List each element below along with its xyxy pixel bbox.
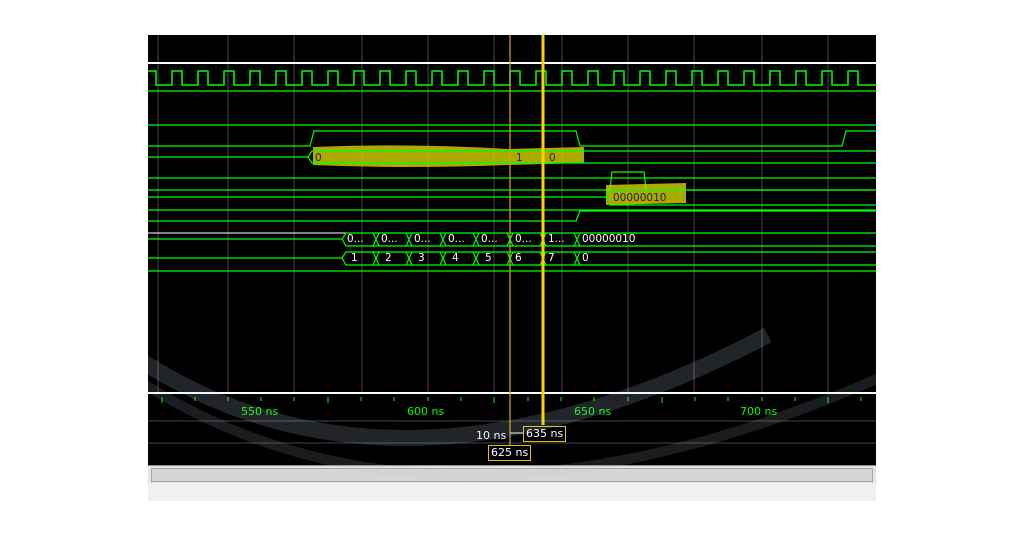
bus2-value: 3 [418, 252, 425, 264]
cursor-delta-label: 10 ns [476, 429, 507, 442]
waveform-canvas[interactable] [148, 35, 876, 465]
horizontal-scrollbar[interactable] [148, 465, 876, 483]
row1-value-b: 1 [516, 152, 523, 164]
bus1-value: 0... [381, 233, 398, 245]
bus1-value: 00000010 [582, 233, 636, 245]
row1-value-a: 0 [315, 152, 322, 164]
clock-waveform[interactable] [148, 70, 876, 86]
bus2-value: 0 [582, 252, 589, 264]
bus2-value: 7 [548, 252, 555, 264]
secondary-cursor-time[interactable]: 625 ns [488, 445, 532, 461]
bus2-value: 2 [385, 252, 392, 264]
timeline-tick-label: 650 ns [574, 405, 612, 418]
bus1-value: 0... [515, 233, 532, 245]
bus1-value: 0... [481, 233, 498, 245]
bus2-value: 1 [351, 252, 358, 264]
timeline-tick-label: 700 ns [740, 405, 778, 418]
timeline-ticks [161, 397, 862, 403]
timeline-tick-label: 600 ns [407, 405, 445, 418]
scrollbar-thumb[interactable] [151, 468, 873, 482]
timeline-tick-label: 550 ns [241, 405, 279, 418]
waveform-viewer: 0 1 0 00000010 0... 0... 0... 0... 0... … [148, 35, 876, 501]
bus2-value: 5 [485, 252, 492, 264]
grid-lines [157, 35, 829, 393]
bottom-strip [148, 483, 876, 501]
bus1-value: 0... [347, 233, 364, 245]
main-cursor-time[interactable]: 635 ns [523, 426, 567, 442]
row1-value-c: 0 [549, 152, 556, 164]
bus1-value: 0... [448, 233, 465, 245]
bus2-value: 4 [452, 252, 459, 264]
bus1-value: 0... [414, 233, 431, 245]
bus2-value: 6 [515, 252, 522, 264]
bus1-value: 1... [548, 233, 565, 245]
row2-value: 00000010 [613, 192, 667, 204]
